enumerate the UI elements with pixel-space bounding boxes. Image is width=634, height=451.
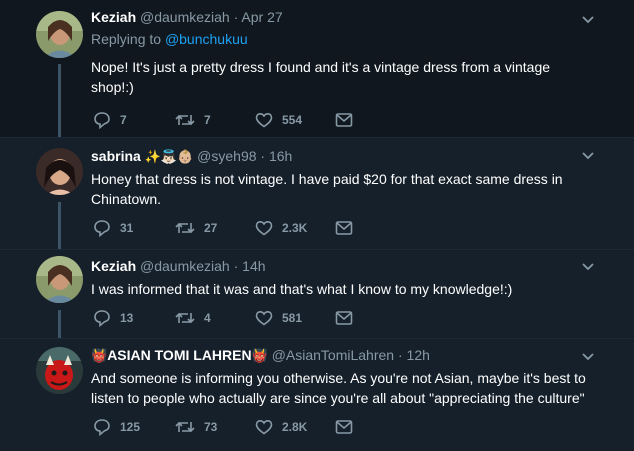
envelope-icon: [335, 113, 353, 127]
retweet-button[interactable]: 4: [175, 308, 211, 328]
tweet-header: Keziah @daumkeziah · Apr 27: [91, 8, 594, 27]
envelope-icon: [335, 311, 353, 325]
handle[interactable]: @syeh98: [197, 148, 256, 164]
display-name[interactable]: Keziah: [91, 258, 136, 274]
chevron-down-icon[interactable]: [580, 148, 596, 164]
name-emoji-right: 👹: [251, 348, 268, 363]
retweet-icon: [175, 312, 195, 324]
like-button[interactable]: 2.8K: [255, 417, 307, 437]
display-name[interactable]: sabrina: [91, 148, 141, 164]
heart-icon: [255, 310, 273, 326]
reply-count: 31: [120, 221, 134, 235]
envelope-icon: [335, 420, 353, 434]
handle[interactable]: @AsianTomiLahren: [272, 347, 394, 363]
tweet-2[interactable]: sabrina ✨👼🏻👶🏼 @syeh98 · 16h Honey that d…: [0, 138, 634, 249]
retweet-count: 27: [204, 221, 218, 235]
reply-icon: [94, 220, 110, 237]
tweet-3[interactable]: Keziah @daumkeziah · 14h I was informed …: [0, 250, 634, 338]
handle[interactable]: @daumkeziah: [140, 9, 230, 25]
tweet-4[interactable]: 👹ASIAN TOMI LAHREN👹 @AsianTomiLahren · 1…: [0, 339, 634, 451]
separator: ·: [233, 9, 239, 25]
avatar-keziah[interactable]: [36, 11, 83, 58]
reply-icon: [94, 419, 110, 436]
avatar-keziah[interactable]: [36, 256, 83, 303]
avatar-sabrina[interactable]: [36, 148, 83, 195]
like-button[interactable]: 554: [255, 110, 302, 130]
reply-button[interactable]: 31: [93, 218, 133, 238]
envelope-icon: [335, 221, 353, 235]
reply-icon: [94, 112, 110, 129]
retweet-icon: [175, 114, 195, 126]
retweet-icon: [175, 421, 195, 433]
like-button[interactable]: 581: [255, 308, 302, 328]
like-count: 554: [282, 113, 303, 127]
separator: ·: [397, 347, 403, 363]
tweet-header: Keziah @daumkeziah · 14h: [91, 257, 594, 276]
display-name[interactable]: ASIAN TOMI LAHREN: [107, 347, 251, 363]
heart-icon: [255, 112, 273, 128]
like-count: 581: [282, 311, 303, 325]
display-name[interactable]: Keziah: [91, 9, 136, 25]
timestamp[interactable]: 12h: [407, 347, 430, 363]
timestamp[interactable]: 16h: [269, 148, 292, 164]
tweet-text: Honey that dress is not vintage. I have …: [91, 171, 563, 207]
handle[interactable]: @daumkeziah: [140, 258, 230, 274]
tweet-text: Nope! It's just a pretty dress I found a…: [91, 59, 551, 95]
chevron-down-icon[interactable]: [580, 259, 596, 275]
reply-button[interactable]: 125: [93, 417, 140, 437]
dm-button[interactable]: [335, 218, 353, 238]
retweet-button[interactable]: 7: [175, 110, 211, 130]
reply-count: 13: [120, 311, 134, 325]
dm-button[interactable]: [335, 417, 353, 437]
dm-button[interactable]: [335, 110, 353, 130]
reply-button[interactable]: 7: [93, 110, 127, 130]
timestamp[interactable]: Apr 27: [241, 9, 282, 25]
tweet-text: I was informed that it was and that's wh…: [91, 281, 513, 297]
reply-button[interactable]: 13: [93, 308, 133, 328]
like-count: 2.3K: [282, 221, 308, 235]
reply-count: 125: [120, 420, 141, 434]
timestamp[interactable]: 14h: [242, 258, 265, 274]
reply-icon: [94, 310, 110, 327]
chevron-down-icon[interactable]: [580, 349, 596, 365]
tweet-text: And someone is informing you otherwise. …: [91, 370, 586, 406]
thread-connector: [58, 64, 61, 137]
tweet-header: sabrina ✨👼🏻👶🏼 @syeh98 · 16h: [91, 147, 594, 166]
heart-icon: [255, 220, 273, 236]
retweet-button[interactable]: 73: [175, 417, 217, 437]
reply-count: 7: [120, 113, 127, 127]
tweet-1[interactable]: Keziah @daumkeziah · Apr 27 Replying to …: [0, 0, 634, 137]
thread-connector: [58, 202, 61, 249]
like-button[interactable]: 2.3K: [255, 218, 307, 238]
replying-prefix: Replying to: [91, 31, 162, 47]
separator: ·: [233, 258, 239, 274]
thread-connector: [58, 310, 61, 338]
separator: ·: [260, 148, 266, 164]
retweet-icon: [175, 222, 195, 234]
name-emoji: ✨👼🏻👶🏼: [144, 149, 194, 164]
dm-button[interactable]: [335, 308, 353, 328]
tweet-header: 👹ASIAN TOMI LAHREN👹 @AsianTomiLahren · 1…: [91, 346, 594, 365]
retweet-button[interactable]: 27: [175, 218, 217, 238]
replying-to: Replying to @bunchukuu: [91, 30, 594, 49]
retweet-count: 73: [204, 420, 218, 434]
avatar-asiantomilahren[interactable]: [36, 347, 83, 394]
retweet-count: 4: [204, 311, 211, 325]
chevron-down-icon[interactable]: [580, 12, 596, 28]
retweet-count: 7: [204, 113, 211, 127]
like-count: 2.8K: [282, 420, 308, 434]
heart-icon: [255, 419, 273, 435]
replying-to-link[interactable]: @bunchukuu: [165, 31, 248, 47]
name-emoji-left: 👹: [91, 348, 108, 363]
